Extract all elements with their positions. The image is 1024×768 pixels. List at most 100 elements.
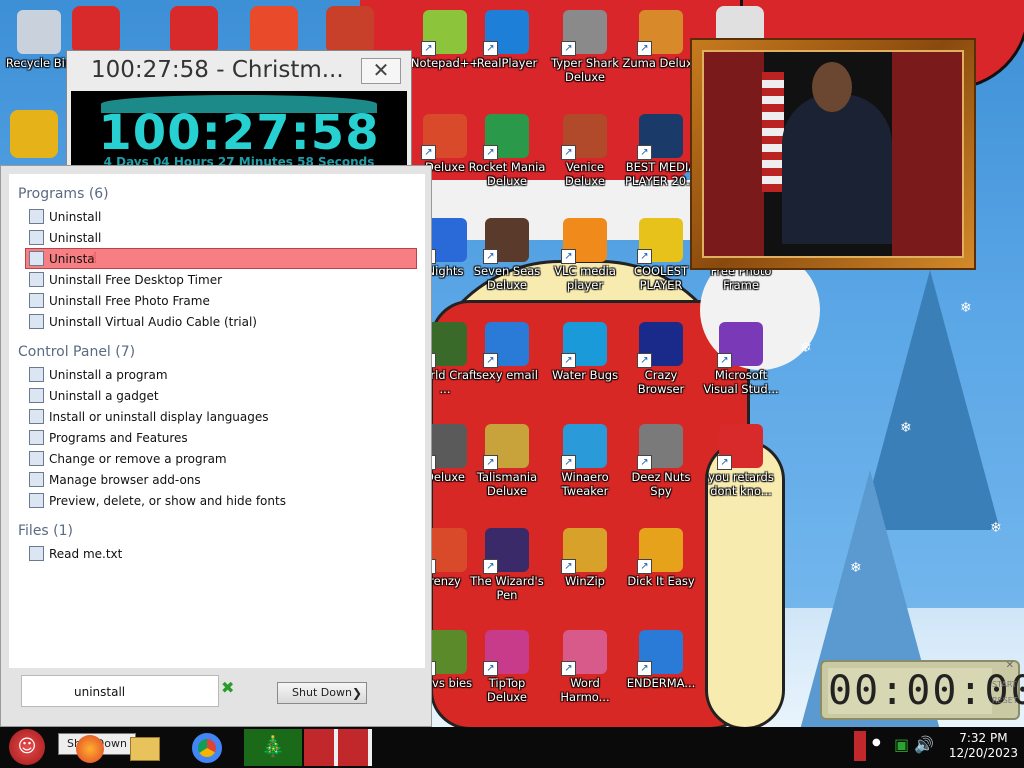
- search-result-item[interactable]: Uninstall Free Photo Frame: [9, 290, 425, 311]
- desktop-icon[interactable]: ↗ The Wizard's Pen: [468, 524, 546, 602]
- desktop-icon[interactable]: ↗ ENDERMA...: [622, 626, 700, 690]
- desktop-icon-label: BEST MEDIA PLAYER 20...: [624, 160, 698, 188]
- shortcut-arrow-icon: ↗: [561, 41, 576, 56]
- control-panel-icon: [29, 493, 44, 508]
- search-result-item[interactable]: Uninsta ☝: [25, 248, 417, 269]
- desktop-icon[interactable]: ↗ WinZip: [546, 524, 624, 588]
- desktop-icon[interactable]: ↗ BEST MEDIA PLAYER 20...: [622, 110, 700, 188]
- search-result-label: Uninstall: [49, 230, 102, 245]
- taskbar-photo-app[interactable]: [304, 729, 372, 766]
- desktop-icon[interactable]: ↗ Winaero Tweaker: [546, 420, 624, 498]
- search-result-label: Install or uninstall display languages: [49, 409, 269, 424]
- desktop-icon[interactable]: ↗ TipTop Deluxe: [468, 626, 546, 704]
- app-icon[interactable]: [170, 6, 218, 54]
- app-icon[interactable]: [326, 6, 374, 54]
- desktop-icon[interactable]: ↗ Deez Nuts Spy: [622, 420, 700, 498]
- search-result-item[interactable]: Uninstall Free Desktop Timer: [9, 269, 425, 290]
- desktop-icon[interactable]: ↗ Word Harmo...: [546, 626, 624, 704]
- file-explorer-icon[interactable]: [130, 729, 166, 766]
- desktop-icon[interactable]: ↗ Water Bugs: [546, 318, 624, 382]
- search-result-item[interactable]: Uninstall Virtual Audio Cable (trial): [9, 311, 425, 332]
- desktop-icon[interactable]: ↗ Talismania Deluxe: [468, 420, 546, 498]
- control-panel-icon: [29, 367, 44, 382]
- desktop-icon[interactable]: ↗ Zuma Deluxe: [622, 6, 700, 70]
- start-button[interactable]: ☺: [4, 729, 50, 766]
- app-icon: ↗: [561, 322, 607, 368]
- app-icon[interactable]: [250, 6, 298, 54]
- gear-installer-icon: [29, 251, 44, 266]
- network-icon[interactable]: ▣: [894, 735, 909, 754]
- control-panel-icon: [29, 388, 44, 403]
- shortcut-arrow-icon: ↗: [561, 249, 576, 264]
- app-icon: ↗: [561, 424, 607, 470]
- search-result-item[interactable]: Uninstall: [9, 206, 425, 227]
- show-desktop-strip[interactable]: [854, 731, 866, 761]
- search-result-item[interactable]: Programs and Features: [9, 427, 425, 448]
- shortcut-arrow-icon: ↗: [561, 455, 576, 470]
- control-panel-icon: [29, 430, 44, 445]
- timer-digits: 100:27:58: [98, 105, 380, 161]
- installer-icon: [29, 209, 44, 224]
- volume-icon[interactable]: 🔊: [914, 735, 934, 754]
- shortcut-arrow-icon: ↗: [483, 249, 498, 264]
- photo-frame-widget[interactable]: [690, 38, 976, 270]
- desktop-icon[interactable]: ↗ Venice Deluxe: [546, 110, 624, 188]
- shortcut-arrow-icon: ↗: [637, 145, 652, 160]
- app-icon[interactable]: [10, 110, 58, 158]
- tray-dot-icon[interactable]: ●: [872, 737, 881, 748]
- desktop-icon[interactable]: ↗ Microsoft Visual Stud...: [702, 318, 780, 396]
- reset-button[interactable]: RESET: [992, 696, 1018, 705]
- desktop-icon[interactable]: ↗ Seven Seas Deluxe: [468, 214, 546, 292]
- close-button[interactable]: ✕: [361, 58, 401, 84]
- clock[interactable]: 7:32 PM 12/20/2023: [949, 731, 1018, 761]
- search-input[interactable]: uninstall: [21, 675, 219, 707]
- app-icon[interactable]: [72, 6, 120, 54]
- desktop-icon[interactable]: ↗ you retards dont kno...: [702, 420, 780, 498]
- files-header: Files (1): [18, 523, 74, 539]
- search-result-item[interactable]: Change or remove a program: [9, 448, 425, 469]
- search-result-item[interactable]: Manage browser add-ons: [9, 469, 425, 490]
- snowflake-icon: ❄: [800, 340, 812, 356]
- search-result-item[interactable]: Install or uninstall display languages: [9, 406, 425, 427]
- desktop-icon[interactable]: ↗ Dick It Easy: [622, 524, 700, 588]
- desktop-icon[interactable]: ↗ VLC media player: [546, 214, 624, 292]
- firefox-icon[interactable]: [76, 735, 106, 768]
- search-result-item[interactable]: Uninstall a program: [9, 364, 425, 385]
- shutdown-button[interactable]: Shut Down ❯: [277, 682, 367, 704]
- app-icon: ↗: [483, 114, 529, 160]
- desktop-icon-label: Crazy Browser: [637, 368, 685, 396]
- clear-search-icon[interactable]: ✖: [221, 678, 234, 697]
- search-result-label: Uninstall Virtual Audio Cable (trial): [49, 314, 257, 329]
- desktop-icon[interactable]: ↗ Typer Shark Deluxe: [546, 6, 624, 84]
- desktop-icon[interactable]: ↗ RealPlayer: [468, 6, 546, 70]
- search-result-item[interactable]: Uninstall a gadget: [9, 385, 425, 406]
- search-result-label: Uninstall a gadget: [49, 388, 159, 403]
- search-result-label: Uninstall a program: [49, 367, 168, 382]
- app-icon: ↗: [561, 528, 607, 574]
- start-button[interactable]: START: [992, 680, 1017, 689]
- shortcut-arrow-icon: ↗: [483, 455, 498, 470]
- shortcut-arrow-icon: ↗: [637, 559, 652, 574]
- desktop-icon[interactable]: ↗ COOLEST PLAYER: [622, 214, 700, 292]
- search-result-item[interactable]: Preview, delete, or show and hide fonts: [9, 490, 425, 511]
- desktop-icon[interactable]: ↗ Rocket Mania Deluxe: [468, 110, 546, 188]
- shortcut-arrow-icon: ↗: [637, 353, 652, 368]
- search-result-item[interactable]: Read me.txt: [9, 543, 425, 564]
- ashampoo-icon: [29, 230, 44, 245]
- desktop-icon[interactable]: ↗ sexy email: [468, 318, 546, 382]
- countdown-gadget[interactable]: 00:00:00 START RESET ✕: [820, 660, 1024, 720]
- taskbar-timer-app[interactable]: 🎄: [244, 729, 302, 766]
- christmas-tree-icon: 🎄: [260, 734, 286, 758]
- snowflake-icon: ❄: [960, 300, 972, 316]
- desktop-icon-label: Talismania Deluxe: [476, 470, 538, 498]
- search-result-item[interactable]: Uninstall: [9, 227, 425, 248]
- desktop-icon[interactable]: ↗ Crazy Browser: [622, 318, 700, 396]
- desktop-icon-label: Zuma Deluxe: [622, 56, 700, 70]
- installer-icon: [29, 272, 44, 287]
- search-results: Programs (6) Uninstall Uninstall Uninsta ☝ U…: [9, 174, 425, 668]
- app-icon: ↗: [637, 322, 683, 368]
- chrome-icon[interactable]: [192, 729, 228, 766]
- chevron-right-icon[interactable]: ❯: [350, 683, 364, 703]
- close-icon[interactable]: ✕: [1006, 660, 1014, 671]
- desktop-timer-window[interactable]: 100:27:58 - Christm... ✕ 100:27:58 4 Day…: [66, 50, 412, 168]
